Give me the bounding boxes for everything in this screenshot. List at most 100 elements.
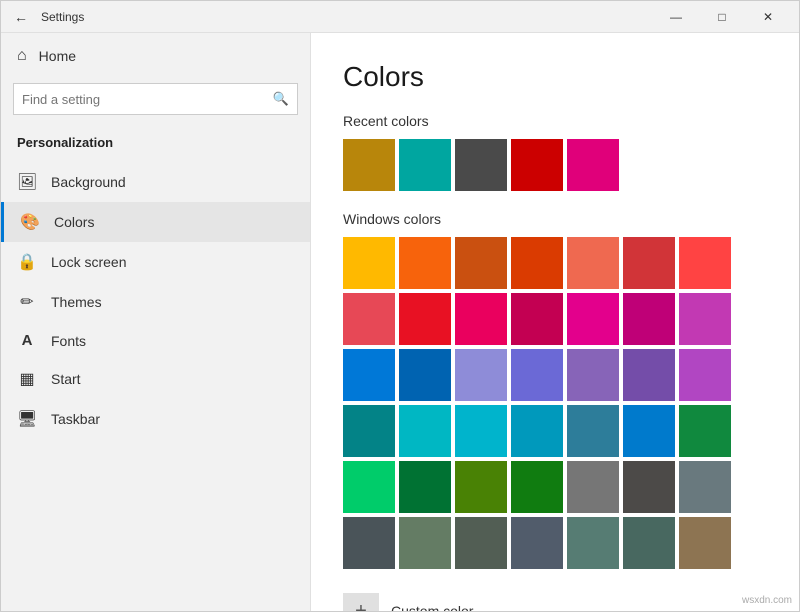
windows-color-swatch[interactable] [679,293,731,345]
sidebar-item-taskbar[interactable]: 🖥 Taskbar [1,399,310,439]
sidebar-item-themes[interactable]: ✏ Themes [1,282,310,322]
windows-color-swatch[interactable] [343,405,395,457]
title-bar: ← Settings — □ ✕ [1,1,799,33]
recent-colors-row [343,139,767,191]
windows-color-grid [343,237,767,569]
sidebar-search-box[interactable]: 🔍 [13,83,298,115]
sidebar-home-label: Home [39,48,76,64]
content-area: ⌂ Home 🔍 Personalization 🖼 Background 🎨 … [1,33,799,611]
windows-color-swatch[interactable] [623,349,675,401]
windows-color-swatch[interactable] [455,405,507,457]
back-button[interactable]: ← [9,5,33,29]
windows-color-swatch[interactable] [455,349,507,401]
windows-color-swatch[interactable] [679,405,731,457]
windows-color-swatch[interactable] [455,461,507,513]
home-icon: ⌂ [17,47,27,65]
sidebar-item-taskbar-label: Taskbar [51,411,100,427]
window-controls: — □ ✕ [653,1,791,33]
sidebar: ⌂ Home 🔍 Personalization 🖼 Background 🎨 … [1,33,311,611]
windows-color-swatch[interactable] [623,237,675,289]
windows-color-swatch[interactable] [399,349,451,401]
color-row [343,517,767,569]
title-bar-title: Settings [41,10,84,24]
windows-color-swatch[interactable] [399,517,451,569]
sidebar-item-background-label: Background [51,174,126,190]
color-row [343,237,767,289]
windows-color-swatch[interactable] [567,293,619,345]
windows-color-swatch[interactable] [623,405,675,457]
sidebar-home[interactable]: ⌂ Home [1,33,310,79]
sidebar-item-colors[interactable]: 🎨 Colors [1,202,310,242]
minimize-button[interactable]: — [653,1,699,33]
windows-color-swatch[interactable] [511,517,563,569]
search-icon: 🔍 [273,91,289,107]
recent-color-swatch[interactable] [343,139,395,191]
custom-color-label: Custom color [391,603,473,611]
windows-color-swatch[interactable] [567,517,619,569]
color-row [343,405,767,457]
sidebar-item-lock-label: Lock screen [51,254,126,270]
windows-color-swatch[interactable] [679,461,731,513]
windows-color-swatch[interactable] [343,293,395,345]
windows-color-swatch[interactable] [623,461,675,513]
windows-color-swatch[interactable] [455,517,507,569]
start-icon: ▦ [17,369,37,389]
close-button[interactable]: ✕ [745,1,791,33]
windows-color-swatch[interactable] [511,461,563,513]
page-title: Colors [343,61,767,93]
sidebar-item-fonts[interactable]: A Fonts [1,322,310,359]
windows-color-swatch[interactable] [623,517,675,569]
fonts-icon: A [17,332,37,349]
windows-color-swatch[interactable] [623,293,675,345]
windows-color-swatch[interactable] [567,405,619,457]
custom-color-button[interactable]: + Custom color [343,585,767,611]
colors-icon: 🎨 [20,212,40,232]
windows-color-swatch[interactable] [399,461,451,513]
windows-color-swatch[interactable] [567,349,619,401]
windows-color-swatch[interactable] [399,293,451,345]
color-row [343,293,767,345]
windows-color-swatch[interactable] [343,461,395,513]
sidebar-item-background[interactable]: 🖼 Background [1,162,310,202]
windows-color-swatch[interactable] [567,461,619,513]
windows-color-swatch[interactable] [343,517,395,569]
sidebar-section-title: Personalization [1,127,310,162]
maximize-button[interactable]: □ [699,1,745,33]
windows-color-swatch[interactable] [679,237,731,289]
recent-color-swatch[interactable] [567,139,619,191]
sidebar-item-fonts-label: Fonts [51,333,86,349]
color-row [343,461,767,513]
plus-icon: + [343,593,379,611]
windows-colors-section: Windows colors [343,211,767,569]
lock-icon: 🔒 [17,252,37,272]
background-icon: 🖼 [17,172,37,192]
search-input[interactable] [22,92,273,107]
windows-color-swatch[interactable] [567,237,619,289]
windows-color-swatch[interactable] [343,237,395,289]
recent-colors-label: Recent colors [343,113,767,129]
windows-color-swatch[interactable] [679,517,731,569]
themes-icon: ✏ [17,292,37,312]
windows-colors-label: Windows colors [343,211,767,227]
windows-color-swatch[interactable] [511,237,563,289]
windows-color-swatch[interactable] [679,349,731,401]
color-row [343,349,767,401]
recent-color-swatch[interactable] [455,139,507,191]
sidebar-item-lock-screen[interactable]: 🔒 Lock screen [1,242,310,282]
watermark: wsxdn.com [742,595,792,606]
recent-color-swatch[interactable] [399,139,451,191]
windows-color-swatch[interactable] [511,405,563,457]
windows-color-swatch[interactable] [455,237,507,289]
main-content: Colors Recent colors Windows colors + Cu… [311,33,799,611]
windows-color-swatch[interactable] [399,405,451,457]
sidebar-item-start[interactable]: ▦ Start [1,359,310,399]
windows-color-swatch[interactable] [511,293,563,345]
sidebar-item-themes-label: Themes [51,294,102,310]
settings-window: ← Settings — □ ✕ ⌂ Home 🔍 Personalizatio… [0,0,800,612]
windows-color-swatch[interactable] [455,293,507,345]
windows-color-swatch[interactable] [399,237,451,289]
sidebar-item-colors-label: Colors [54,214,94,230]
windows-color-swatch[interactable] [511,349,563,401]
recent-color-swatch[interactable] [511,139,563,191]
windows-color-swatch[interactable] [343,349,395,401]
